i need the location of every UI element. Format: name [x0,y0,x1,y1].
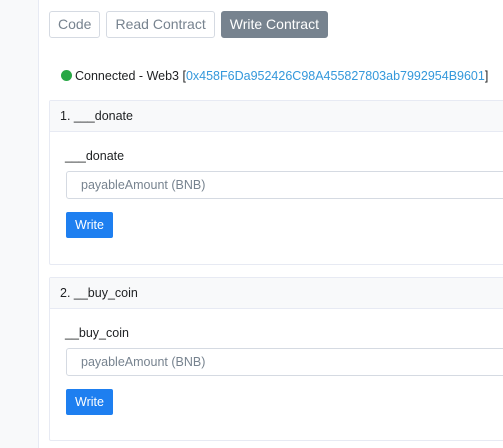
wallet-address-link[interactable]: 0x458F6Da952426C98A455827803ab7992954B96… [186,69,485,83]
write-button[interactable]: Write [66,389,113,415]
param-label: ___donate [65,149,125,163]
write-button[interactable]: Write [66,212,113,238]
tab-write-contract[interactable]: Write Contract [220,11,328,38]
connected-dot-icon [61,70,72,81]
page: Code Read Contract Write Contract Connec… [0,0,503,448]
function-header[interactable]: 2. __buy_coin [50,278,503,309]
left-gutter [0,0,39,448]
contract-tabs: Code Read Contract Write Contract [49,11,328,38]
connection-close-bracket: ] [484,69,489,83]
connection-status-text: Connected - Web3 [ [75,69,186,83]
payable-amount-input[interactable] [66,348,503,376]
tab-code[interactable]: Code [49,11,101,38]
function-header[interactable]: 1. ___donate [50,101,503,132]
param-label: __buy_coin [65,326,129,340]
function-card-donate: 1. ___donate ___donate Write [49,100,503,265]
function-card-buy-coin: 2. __buy_coin __buy_coin Write [49,277,503,441]
tab-read-contract[interactable]: Read Contract [106,11,215,38]
connection-status: Connected - Web3 [0x458F6Da952426C98A455… [61,69,488,83]
payable-amount-input[interactable] [66,171,503,199]
